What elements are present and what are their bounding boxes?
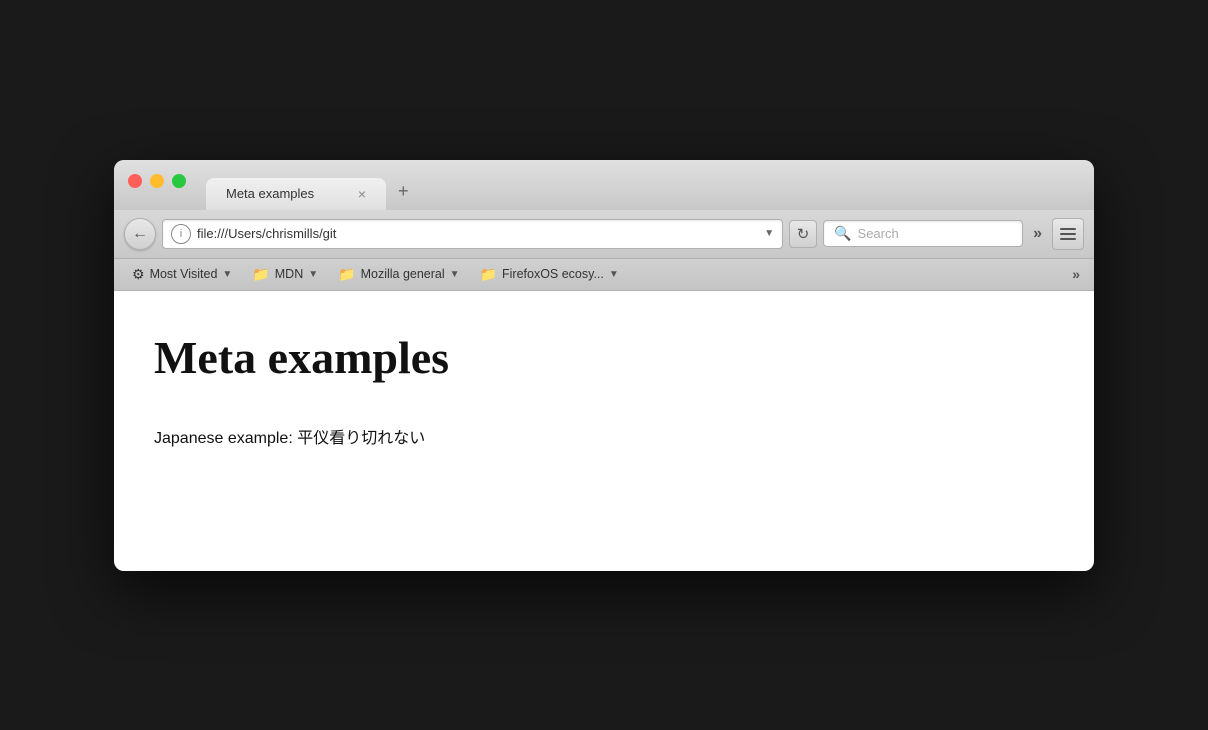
mozilla-arrow: ▼ [450,269,460,280]
mdn-icon: 📁 [252,266,269,283]
bookmarks-overflow-icon[interactable]: » [1068,264,1084,284]
firefoxos-icon: 📁 [480,266,497,283]
maximize-button[interactable] [172,174,186,188]
most-visited-arrow: ▼ [222,269,232,280]
bookmark-firefoxos[interactable]: 📁 FirefoxOS ecosy... ▼ [472,263,627,286]
browser-tab[interactable]: Meta examples × [206,178,386,210]
menu-button[interactable] [1052,218,1084,250]
mozilla-label: Mozilla general [361,267,445,281]
mdn-arrow: ▼ [308,269,318,280]
firefoxos-arrow: ▼ [609,269,619,280]
mozilla-icon: 📁 [338,266,355,283]
most-visited-label: Most Visited [150,267,218,281]
page-content: Japanese example: 平仪看り切れない [154,424,1054,448]
minimize-button[interactable] [150,174,164,188]
info-icon: i [180,228,182,240]
new-tab-button[interactable]: + [390,177,417,206]
search-bar[interactable]: 🔍 Search [823,220,1023,247]
reload-icon: ↻ [797,225,810,243]
search-icon: 🔍 [834,225,851,242]
url-dropdown-icon[interactable]: ▼ [764,228,774,239]
search-placeholder: Search [858,226,899,241]
reload-button[interactable]: ↻ [789,220,817,248]
most-visited-icon: ⚙ [132,266,145,283]
mdn-label: MDN [275,267,303,281]
url-text: file:///Users/chrismills/git [197,226,758,241]
bookmarks-bar: ⚙ Most Visited ▼ 📁 MDN ▼ 📁 Mozilla gener… [114,259,1094,291]
tab-close-icon[interactable]: × [358,186,366,202]
back-icon: ← [132,225,148,243]
menu-line-1 [1060,228,1076,230]
menu-line-3 [1060,238,1076,240]
info-button[interactable]: i [171,224,191,244]
title-bar: Meta examples × + [114,160,1094,210]
close-button[interactable] [128,174,142,188]
menu-line-2 [1060,233,1076,235]
content-area: Meta examples Japanese example: 平仪看り切れない [114,291,1094,571]
bookmark-mdn[interactable]: 📁 MDN ▼ [244,263,326,286]
firefoxos-label: FirefoxOS ecosy... [502,267,604,281]
toolbar: ← i file:///Users/chrismills/git ▼ ↻ 🔍 S… [114,210,1094,259]
toolbar-overflow-icon[interactable]: » [1029,223,1046,245]
page-title: Meta examples [154,331,1054,384]
window-controls[interactable] [128,174,186,188]
tab-label: Meta examples [226,186,314,201]
back-button[interactable]: ← [124,218,156,250]
url-bar[interactable]: i file:///Users/chrismills/git ▼ [162,219,783,249]
bookmark-mozilla[interactable]: 📁 Mozilla general ▼ [330,263,467,286]
bookmark-most-visited[interactable]: ⚙ Most Visited ▼ [124,263,240,286]
